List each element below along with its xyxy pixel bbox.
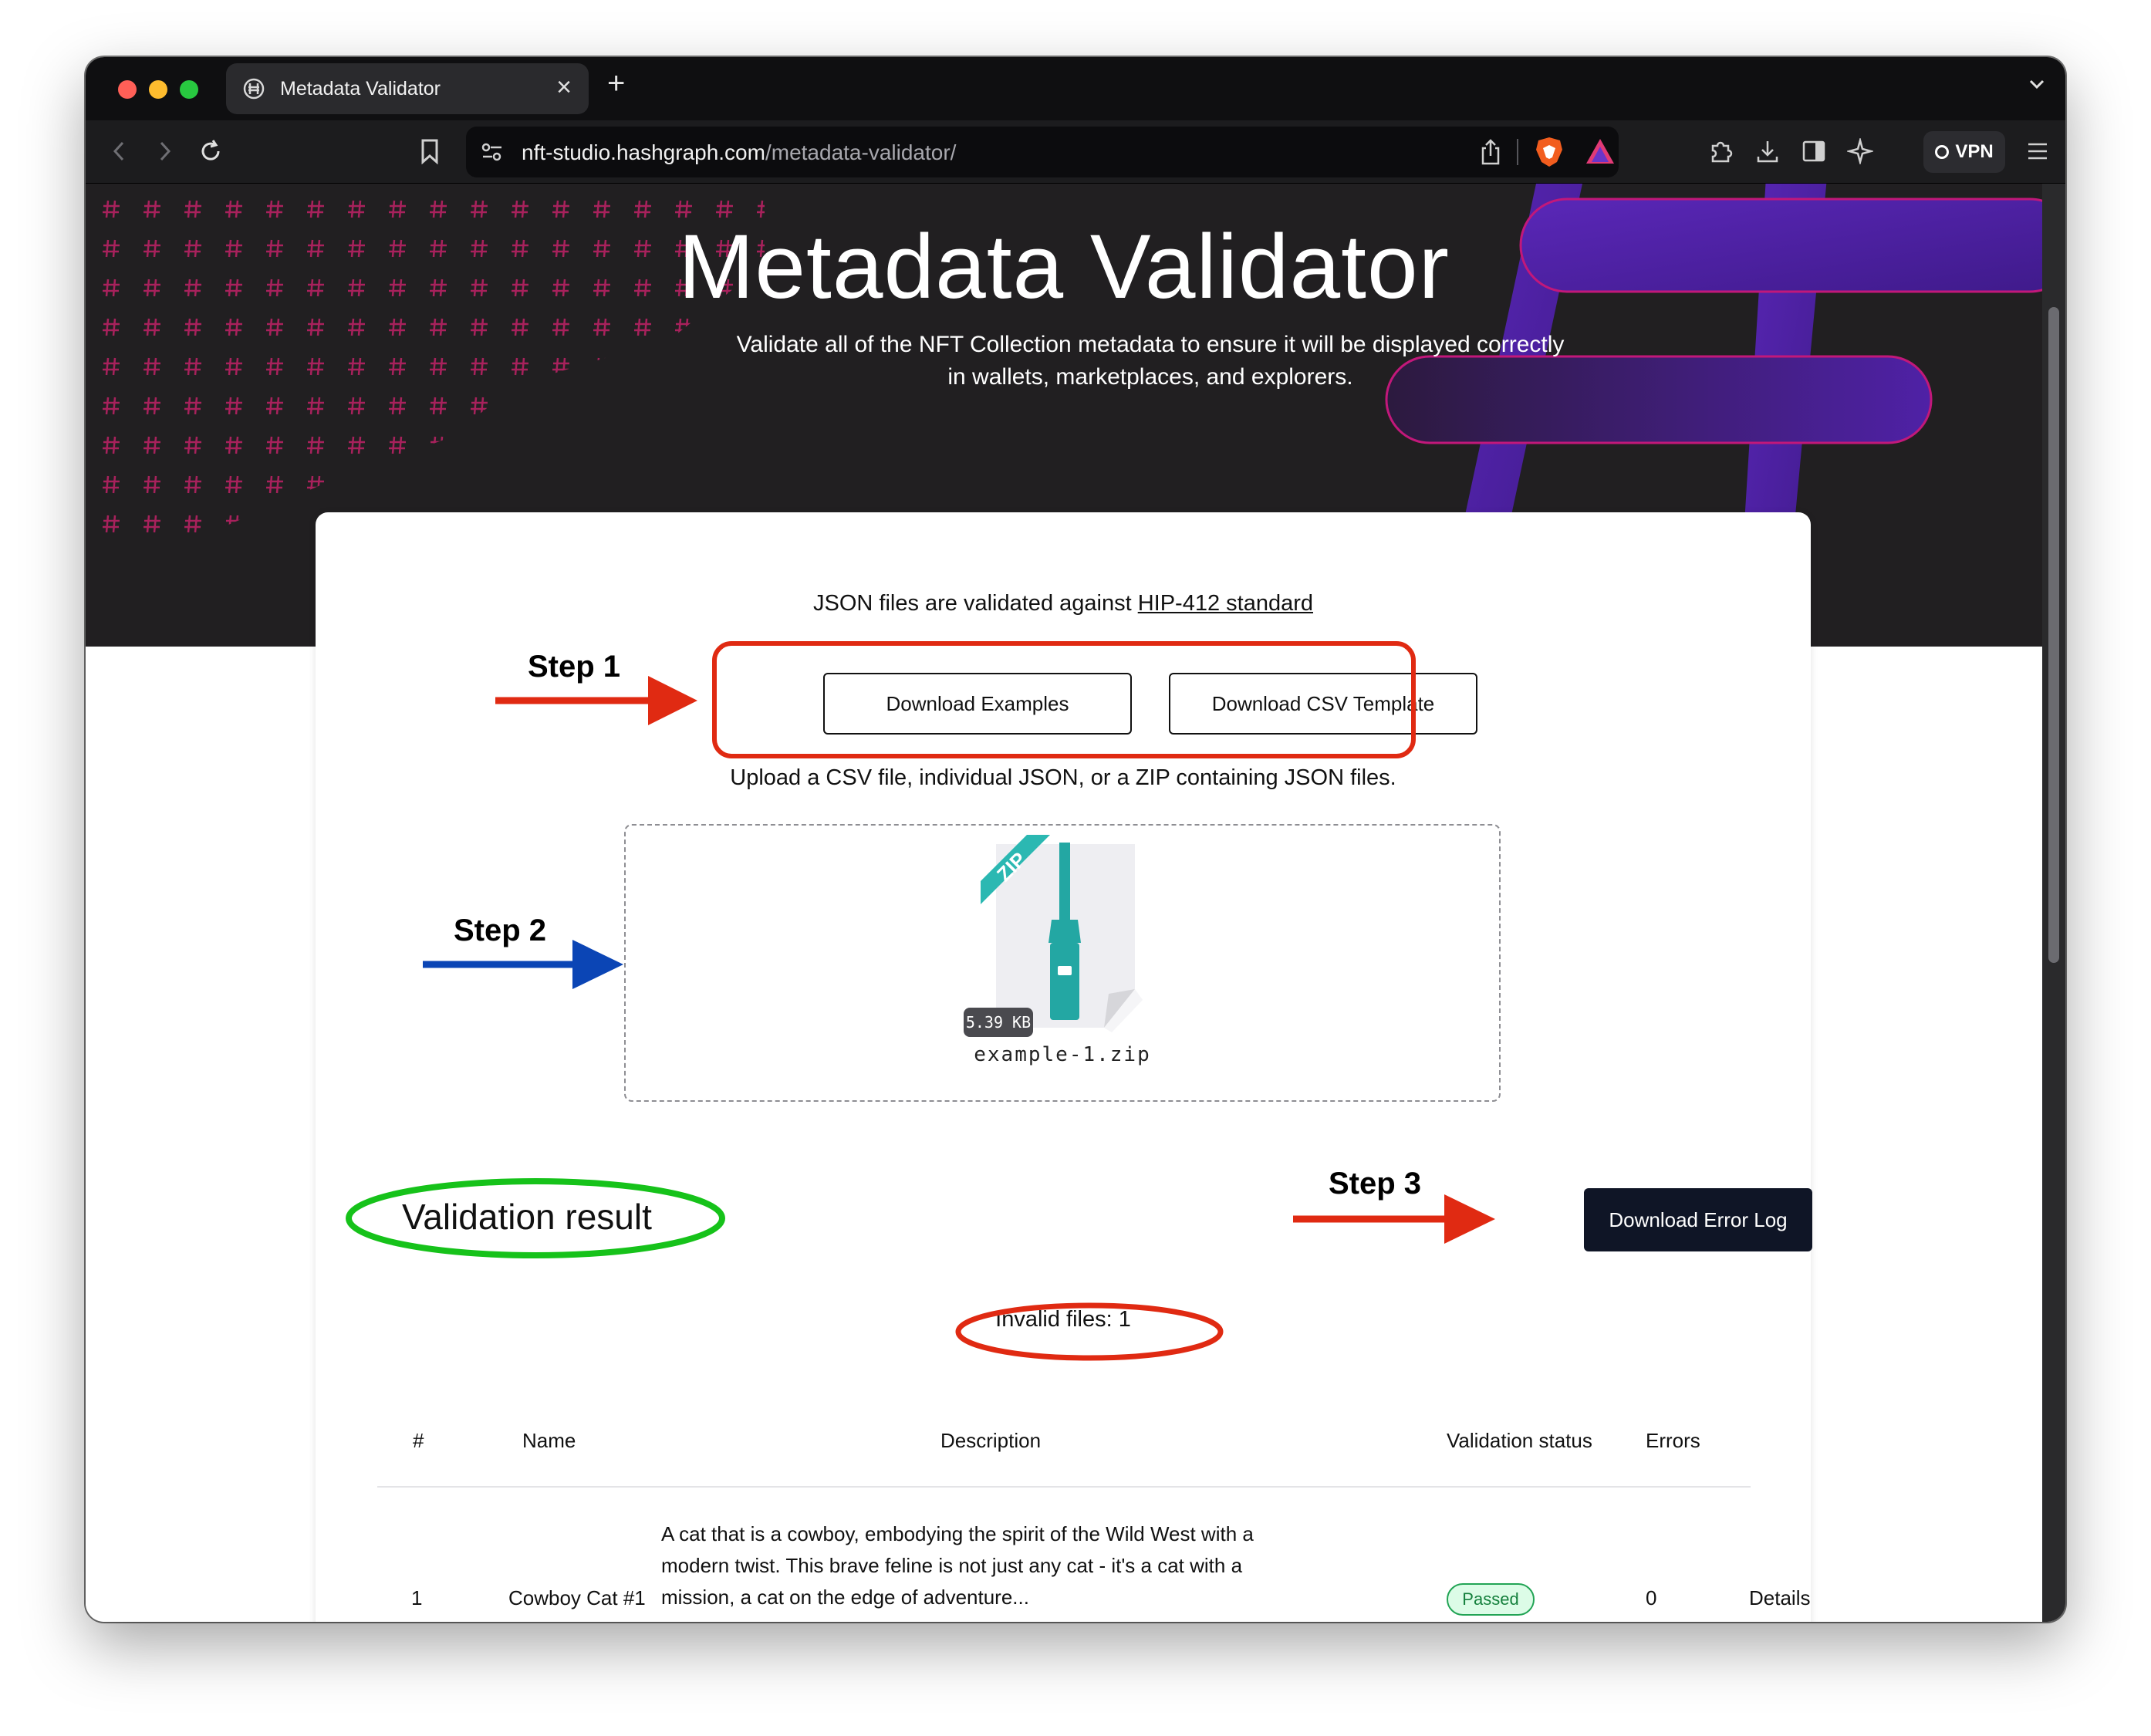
step2-label: Step 2	[454, 914, 547, 947]
step1-arrow-icon	[648, 676, 697, 725]
invalid-files-highlight	[955, 1302, 1224, 1361]
step1-label: Step 1	[528, 650, 621, 684]
step2-arrow-icon	[572, 940, 623, 989]
step3-label: Step 3	[1329, 1167, 1422, 1201]
annotation-layer	[346, 641, 1495, 1361]
step3-arrow-icon	[1444, 1194, 1495, 1244]
validation-result-highlight	[346, 1178, 725, 1258]
step1-highlight-box	[712, 641, 1416, 758]
